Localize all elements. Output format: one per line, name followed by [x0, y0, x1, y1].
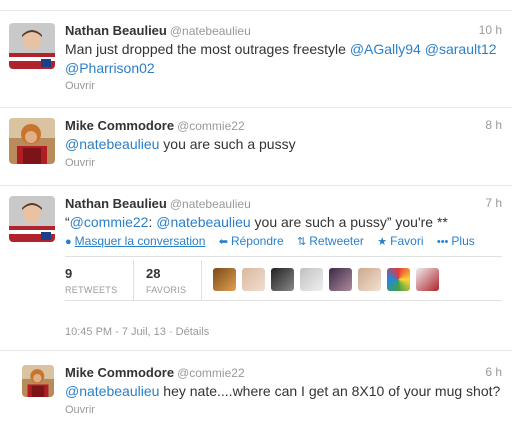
more-button[interactable]: ••• Plus	[437, 234, 475, 248]
more-label: Plus	[451, 234, 475, 248]
tweet-header: Mike Commodore @commie22	[65, 365, 245, 380]
mention-link[interactable]: @natebeaulieu	[65, 136, 159, 152]
star-icon: ★	[377, 236, 388, 248]
tweet-4-reply[interactable]: Mike Commodore @commie22 6 h @natebeaulie…	[0, 351, 512, 425]
open-link[interactable]: Ouvrir	[65, 80, 95, 92]
hide-conversation-link[interactable]: ● Masquer la conversation	[65, 234, 205, 248]
retweet-button[interactable]: ⇅ Retweeter	[297, 234, 364, 248]
mention-link[interactable]: @natebeaulieu	[156, 214, 250, 230]
divider	[201, 260, 202, 300]
tweet-header: Mike Commodore @commie22	[65, 118, 245, 133]
tweet-text: “@commie22: @natebeaulieu you are such a…	[65, 213, 502, 232]
tweet-text: @natebeaulieu hey nate....where can I ge…	[65, 382, 502, 401]
open-link[interactable]: Ouvrir	[65, 404, 95, 416]
username[interactable]: @commie22	[177, 119, 245, 133]
tweet-3-expanded[interactable]: Nathan Beaulieu @natebeaulieu 7 h “@commi…	[0, 186, 512, 348]
timestamp[interactable]: 6 h	[485, 365, 502, 379]
mention-link[interactable]: @natebeaulieu	[65, 383, 159, 399]
mention-link[interactable]: @AGally94	[350, 41, 421, 57]
mention-link[interactable]: @commie22	[70, 214, 149, 230]
open-link[interactable]: Ouvrir	[65, 157, 95, 169]
avatar[interactable]	[22, 365, 54, 397]
avatar[interactable]	[9, 23, 55, 69]
favorites-label: FAVORIS	[146, 285, 187, 295]
avatar[interactable]	[416, 268, 439, 291]
tweet-1[interactable]: Nathan Beaulieu @natebeaulieu 10 h Man ju…	[0, 11, 512, 107]
reply-label: Répondre	[230, 234, 284, 248]
timestamp[interactable]: 7 h	[485, 196, 502, 210]
fullname[interactable]: Mike Commodore	[65, 365, 174, 380]
avatar[interactable]	[329, 268, 352, 291]
tweet-datetime[interactable]: 10:45 PM - 7 Juil, 13 · Détails	[65, 326, 209, 338]
divider	[133, 260, 134, 300]
timestamp[interactable]: 10 h	[479, 23, 502, 37]
text-segment: you are such a pussy” you're **	[250, 214, 448, 230]
tweet-header: Nathan Beaulieu @natebeaulieu	[65, 23, 251, 38]
mention-link[interactable]: @sarault12	[425, 41, 497, 57]
avatar[interactable]	[300, 268, 323, 291]
hide-conversation-label: Masquer la conversation	[74, 234, 206, 248]
fullname[interactable]: Nathan Beaulieu	[65, 23, 167, 38]
username[interactable]: @natebeaulieu	[170, 197, 251, 211]
divider	[65, 256, 502, 257]
avatar[interactable]	[358, 268, 381, 291]
timeline: Nathan Beaulieu @natebeaulieu 10 h Man ju…	[0, 0, 512, 425]
favorite-button[interactable]: ★ Favori	[377, 234, 423, 248]
avatar[interactable]	[213, 268, 236, 291]
speech-bubble-icon: ●	[65, 236, 72, 248]
favorite-label: Favori	[390, 234, 424, 248]
tweet-actions: ● Masquer la conversation ⬅ Répondre ⇅ Retw…	[65, 234, 485, 248]
text-segment: you are such a pussy	[159, 136, 296, 152]
retweet-icon: ⇅	[297, 236, 307, 248]
retweets-label: RETWEETS	[65, 285, 118, 295]
favoriters-avatars	[213, 268, 445, 291]
more-dots-icon: •••	[436, 236, 449, 248]
tweet-header: Nathan Beaulieu @natebeaulieu	[65, 196, 251, 211]
tweet-text: Man just dropped the most outrages frees…	[65, 40, 502, 78]
reply-arrow-icon: ⬅	[218, 236, 228, 248]
fullname[interactable]: Mike Commodore	[65, 118, 174, 133]
favorites-stat[interactable]: 28 FAVORIS	[146, 266, 186, 295]
tweet-text: @natebeaulieu you are such a pussy	[65, 135, 502, 154]
retweets-count: 9	[65, 266, 73, 281]
avatar[interactable]	[9, 118, 55, 164]
avatar[interactable]	[387, 268, 410, 291]
retweet-label: Retweeter	[309, 234, 364, 248]
text-segment: hey nate....where can I get an 8X10 of y…	[159, 383, 501, 399]
timestamp[interactable]: 8 h	[485, 118, 502, 132]
divider	[65, 300, 502, 301]
text-segment: Man just dropped the most outrages frees…	[65, 41, 350, 57]
fullname[interactable]: Nathan Beaulieu	[65, 196, 167, 211]
tweet-stats: 9 RETWEETS 28 FAVORIS	[65, 260, 502, 300]
username[interactable]: @natebeaulieu	[170, 24, 251, 38]
mention-link[interactable]: @Pharrison02	[65, 60, 155, 76]
username[interactable]: @commie22	[177, 366, 245, 380]
favorites-count: 28	[146, 266, 161, 281]
avatar[interactable]	[9, 196, 55, 242]
avatar[interactable]	[271, 268, 294, 291]
retweets-stat[interactable]: 9 RETWEETS	[65, 266, 117, 295]
avatar[interactable]	[242, 268, 265, 291]
tweet-2[interactable]: Mike Commodore @commie22 8 h @natebeaulie…	[0, 108, 512, 185]
reply-button[interactable]: ⬅ Répondre	[219, 234, 284, 248]
